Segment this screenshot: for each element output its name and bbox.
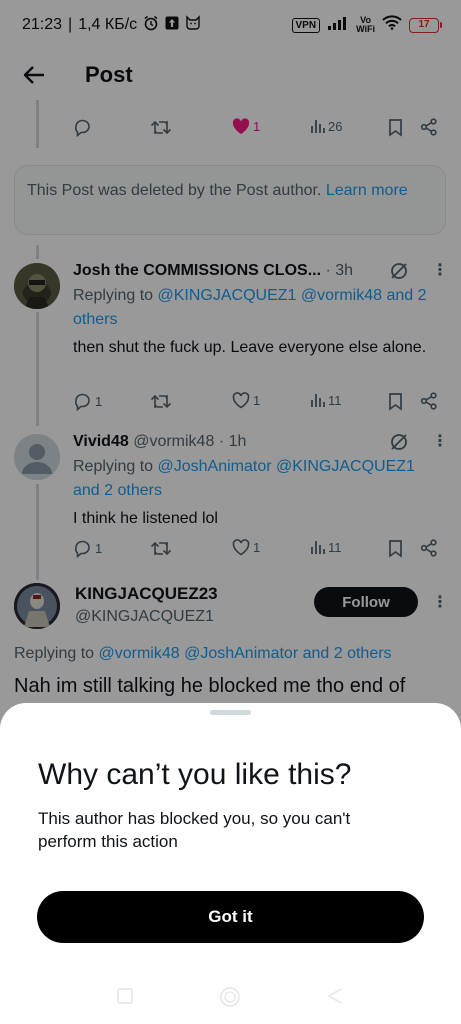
recents-icon — [117, 988, 133, 1004]
recents-nav-button[interactable] — [115, 986, 135, 1011]
system-nav-bar — [0, 982, 461, 1012]
sheet-grabber[interactable] — [210, 710, 251, 715]
back-nav-button[interactable] — [325, 986, 345, 1011]
post-screen: 21:23 | 1,4 КБ/с VPN Vo WiFi 17 Post 1 2… — [0, 0, 461, 1024]
sheet-title: Why can’t you like this? — [38, 758, 352, 791]
home-nav-button[interactable] — [219, 986, 241, 1013]
back-triangle-icon — [328, 988, 342, 1004]
bottom-sheet: Why can’t you like this? This author has… — [0, 703, 461, 1024]
home-icon — [220, 987, 240, 1007]
got-it-button[interactable]: Got it — [37, 891, 424, 943]
sheet-description: This author has blocked you, so you can'… — [38, 809, 351, 851]
